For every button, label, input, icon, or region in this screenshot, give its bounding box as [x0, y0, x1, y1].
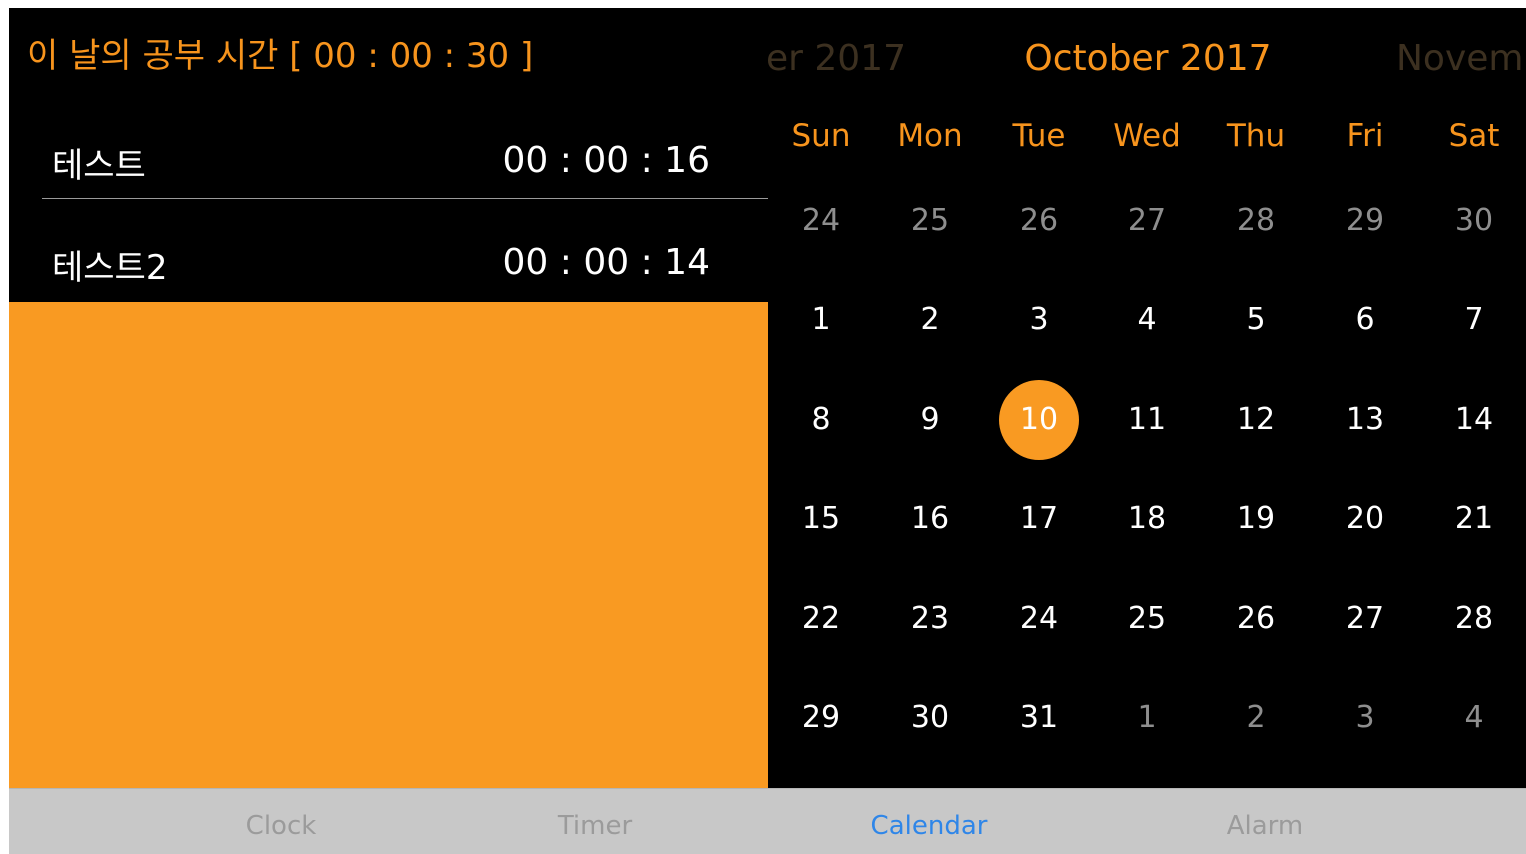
- calendar-day[interactable]: 27: [1311, 594, 1419, 644]
- calendar-day-adjacent-month[interactable]: 4: [1420, 693, 1526, 743]
- app-screen: 이 날의 공부 시간 [ 00 : 00 : 30 ] 테스트 00 : 00 …: [9, 8, 1526, 854]
- calendar-day-adjacent-month[interactable]: 26: [985, 196, 1093, 246]
- calendar-day[interactable]: 31: [985, 693, 1093, 743]
- daily-total-study-time: 이 날의 공부 시간 [ 00 : 00 : 30 ]: [27, 36, 534, 76]
- record-row[interactable]: 테스트2 00 : 00 : 14: [9, 198, 768, 301]
- calendar-day[interactable]: 13: [1311, 395, 1419, 445]
- calendar-day-adjacent-month[interactable]: 2: [1202, 693, 1310, 743]
- calendar-day-selected[interactable]: 10: [985, 395, 1093, 445]
- calendar-day[interactable]: 15: [768, 494, 875, 544]
- calendar-day[interactable]: 8: [768, 395, 875, 445]
- weekday-tue: Tue: [1012, 118, 1066, 154]
- calendar-day[interactable]: 9: [876, 395, 984, 445]
- calendar-day-adjacent-month[interactable]: 29: [1311, 196, 1419, 246]
- calendar-day[interactable]: 14: [1420, 395, 1526, 445]
- calendar-day[interactable]: 2: [876, 295, 984, 345]
- calendar-day[interactable]: 29: [768, 693, 875, 743]
- calendar-day[interactable]: 28: [1420, 594, 1526, 644]
- record-time: 00 : 00 : 14: [502, 242, 710, 283]
- study-log-panel: 이 날의 공부 시간 [ 00 : 00 : 30 ] 테스트 00 : 00 …: [9, 8, 768, 788]
- calendar-day[interactable]: 6: [1311, 295, 1419, 345]
- calendar-day-adjacent-month[interactable]: 3: [1311, 693, 1419, 743]
- calendar-day-adjacent-month[interactable]: 27: [1093, 196, 1201, 246]
- calendar-day[interactable]: 19: [1202, 494, 1310, 544]
- calendar-day-adjacent-month[interactable]: 28: [1202, 196, 1310, 246]
- calendar-day[interactable]: 12: [1202, 395, 1310, 445]
- weekday-fri: Fri: [1346, 118, 1384, 154]
- tab-calendar[interactable]: Calendar: [871, 811, 988, 841]
- calendar-day[interactable]: 30: [876, 693, 984, 743]
- calendar-day-adjacent-month[interactable]: 30: [1420, 196, 1526, 246]
- calendar-day[interactable]: 22: [768, 594, 875, 644]
- record-name: 테스트: [52, 146, 146, 186]
- calendar-day[interactable]: 21: [1420, 494, 1526, 544]
- calendar-day[interactable]: 3: [985, 295, 1093, 345]
- tab-alarm[interactable]: Alarm: [1227, 811, 1304, 841]
- weekday-thu: Thu: [1226, 118, 1286, 154]
- calendar-day[interactable]: 24: [985, 594, 1093, 644]
- calendar-day[interactable]: 16: [876, 494, 984, 544]
- calendar-day[interactable]: 25: [1093, 594, 1201, 644]
- record-row[interactable]: 테스트 00 : 00 : 16: [9, 98, 768, 201]
- next-month-label[interactable]: Novemb: [1396, 38, 1526, 79]
- calendar-day-adjacent-month[interactable]: 1: [1093, 693, 1201, 743]
- calendar-day[interactable]: 26: [1202, 594, 1310, 644]
- calendar-day[interactable]: 11: [1093, 395, 1201, 445]
- calendar-day[interactable]: 20: [1311, 494, 1419, 544]
- weekday-sat: Sat: [1448, 118, 1500, 154]
- record-name: 테스트2: [52, 248, 168, 288]
- empty-list-area: [9, 302, 768, 788]
- tab-clock[interactable]: Clock: [246, 811, 317, 841]
- weekday-wed: Wed: [1113, 118, 1181, 154]
- calendar-day[interactable]: 17: [985, 494, 1093, 544]
- tab-bar: Clock Timer Calendar Alarm: [9, 788, 1526, 854]
- calendar-day[interactable]: 5: [1202, 295, 1310, 345]
- calendar-day[interactable]: 18: [1093, 494, 1201, 544]
- weekday-mon: Mon: [897, 118, 963, 154]
- calendar-day[interactable]: 23: [876, 594, 984, 644]
- record-time: 00 : 00 : 16: [502, 140, 710, 181]
- calendar-day[interactable]: 7: [1420, 295, 1526, 345]
- calendar-day-adjacent-month[interactable]: 25: [876, 196, 984, 246]
- calendar-day[interactable]: 4: [1093, 295, 1201, 345]
- calendar-view[interactable]: ber 2017 October 2017 Novemb Sun Mon Tue…: [768, 8, 1526, 788]
- calendar-day-adjacent-month[interactable]: 24: [768, 196, 875, 246]
- calendar-day[interactable]: 1: [768, 295, 875, 345]
- weekday-sun: Sun: [791, 118, 851, 154]
- tab-timer[interactable]: Timer: [558, 811, 632, 841]
